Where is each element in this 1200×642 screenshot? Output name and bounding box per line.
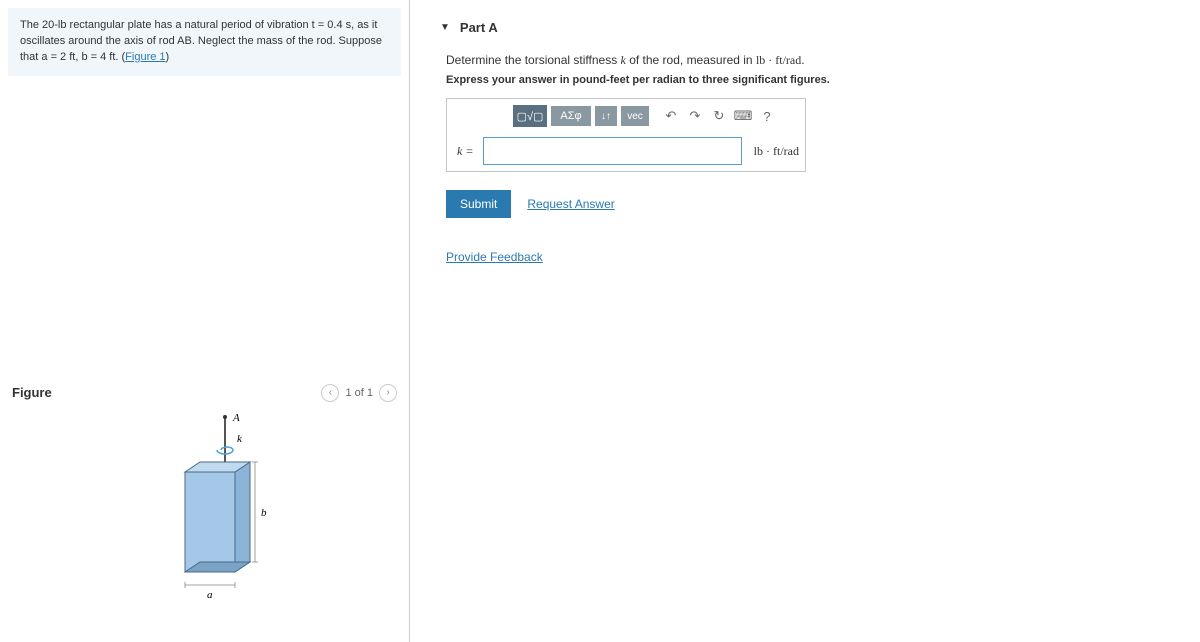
submit-button[interactable]: Submit [446,190,511,218]
instruction-1: Determine the torsional stiffness k of t… [446,53,1200,68]
undo-icon[interactable]: ↶ [661,106,681,126]
provide-feedback-link[interactable]: Provide Feedback [446,250,543,264]
subscript-tool-button[interactable]: ↓↑ [595,106,617,126]
answer-variable: k = [453,144,477,159]
reset-icon[interactable]: ↻ [709,106,729,126]
help-icon[interactable]: ? [757,106,777,126]
keyboard-icon[interactable]: ⌨ [733,106,753,126]
figure-prev-button[interactable]: ‹ [321,384,339,402]
figure-title: Figure [12,385,52,400]
collapse-icon[interactable]: ▼ [440,22,450,33]
svg-text:b: b [261,507,267,519]
svg-text:k: k [237,433,243,445]
figure-link[interactable]: Figure 1 [125,51,165,63]
answer-input[interactable] [483,137,741,165]
greek-tool-button[interactable]: ΑΣφ [551,106,591,126]
problem-text: The 20-lb rectangular plate has a natura… [20,19,382,63]
problem-text-end: ) [166,51,170,63]
svg-text:A: A [232,412,240,424]
fraction-tool-button[interactable]: ▢√▢ [513,105,547,127]
request-answer-link[interactable]: Request Answer [527,197,614,211]
svg-text:a: a [207,589,213,601]
answer-unit: lb · ft/rad [754,144,799,159]
answer-box: ▢√▢ ΑΣφ ↓↑ vec ↶ ↷ ↻ ⌨ ? k = lb · ft/rad [446,98,806,172]
problem-statement: The 20-lb rectangular plate has a natura… [8,8,401,76]
part-title: Part A [460,20,498,35]
vector-tool-button[interactable]: vec [621,106,649,126]
figure-next-button[interactable]: › [379,384,397,402]
instruction-2: Express your answer in pound-feet per ra… [446,74,1200,86]
redo-icon[interactable]: ↷ [685,106,705,126]
figure-nav-text: 1 of 1 [345,387,373,399]
figure-diagram: A k B b a [95,412,315,612]
